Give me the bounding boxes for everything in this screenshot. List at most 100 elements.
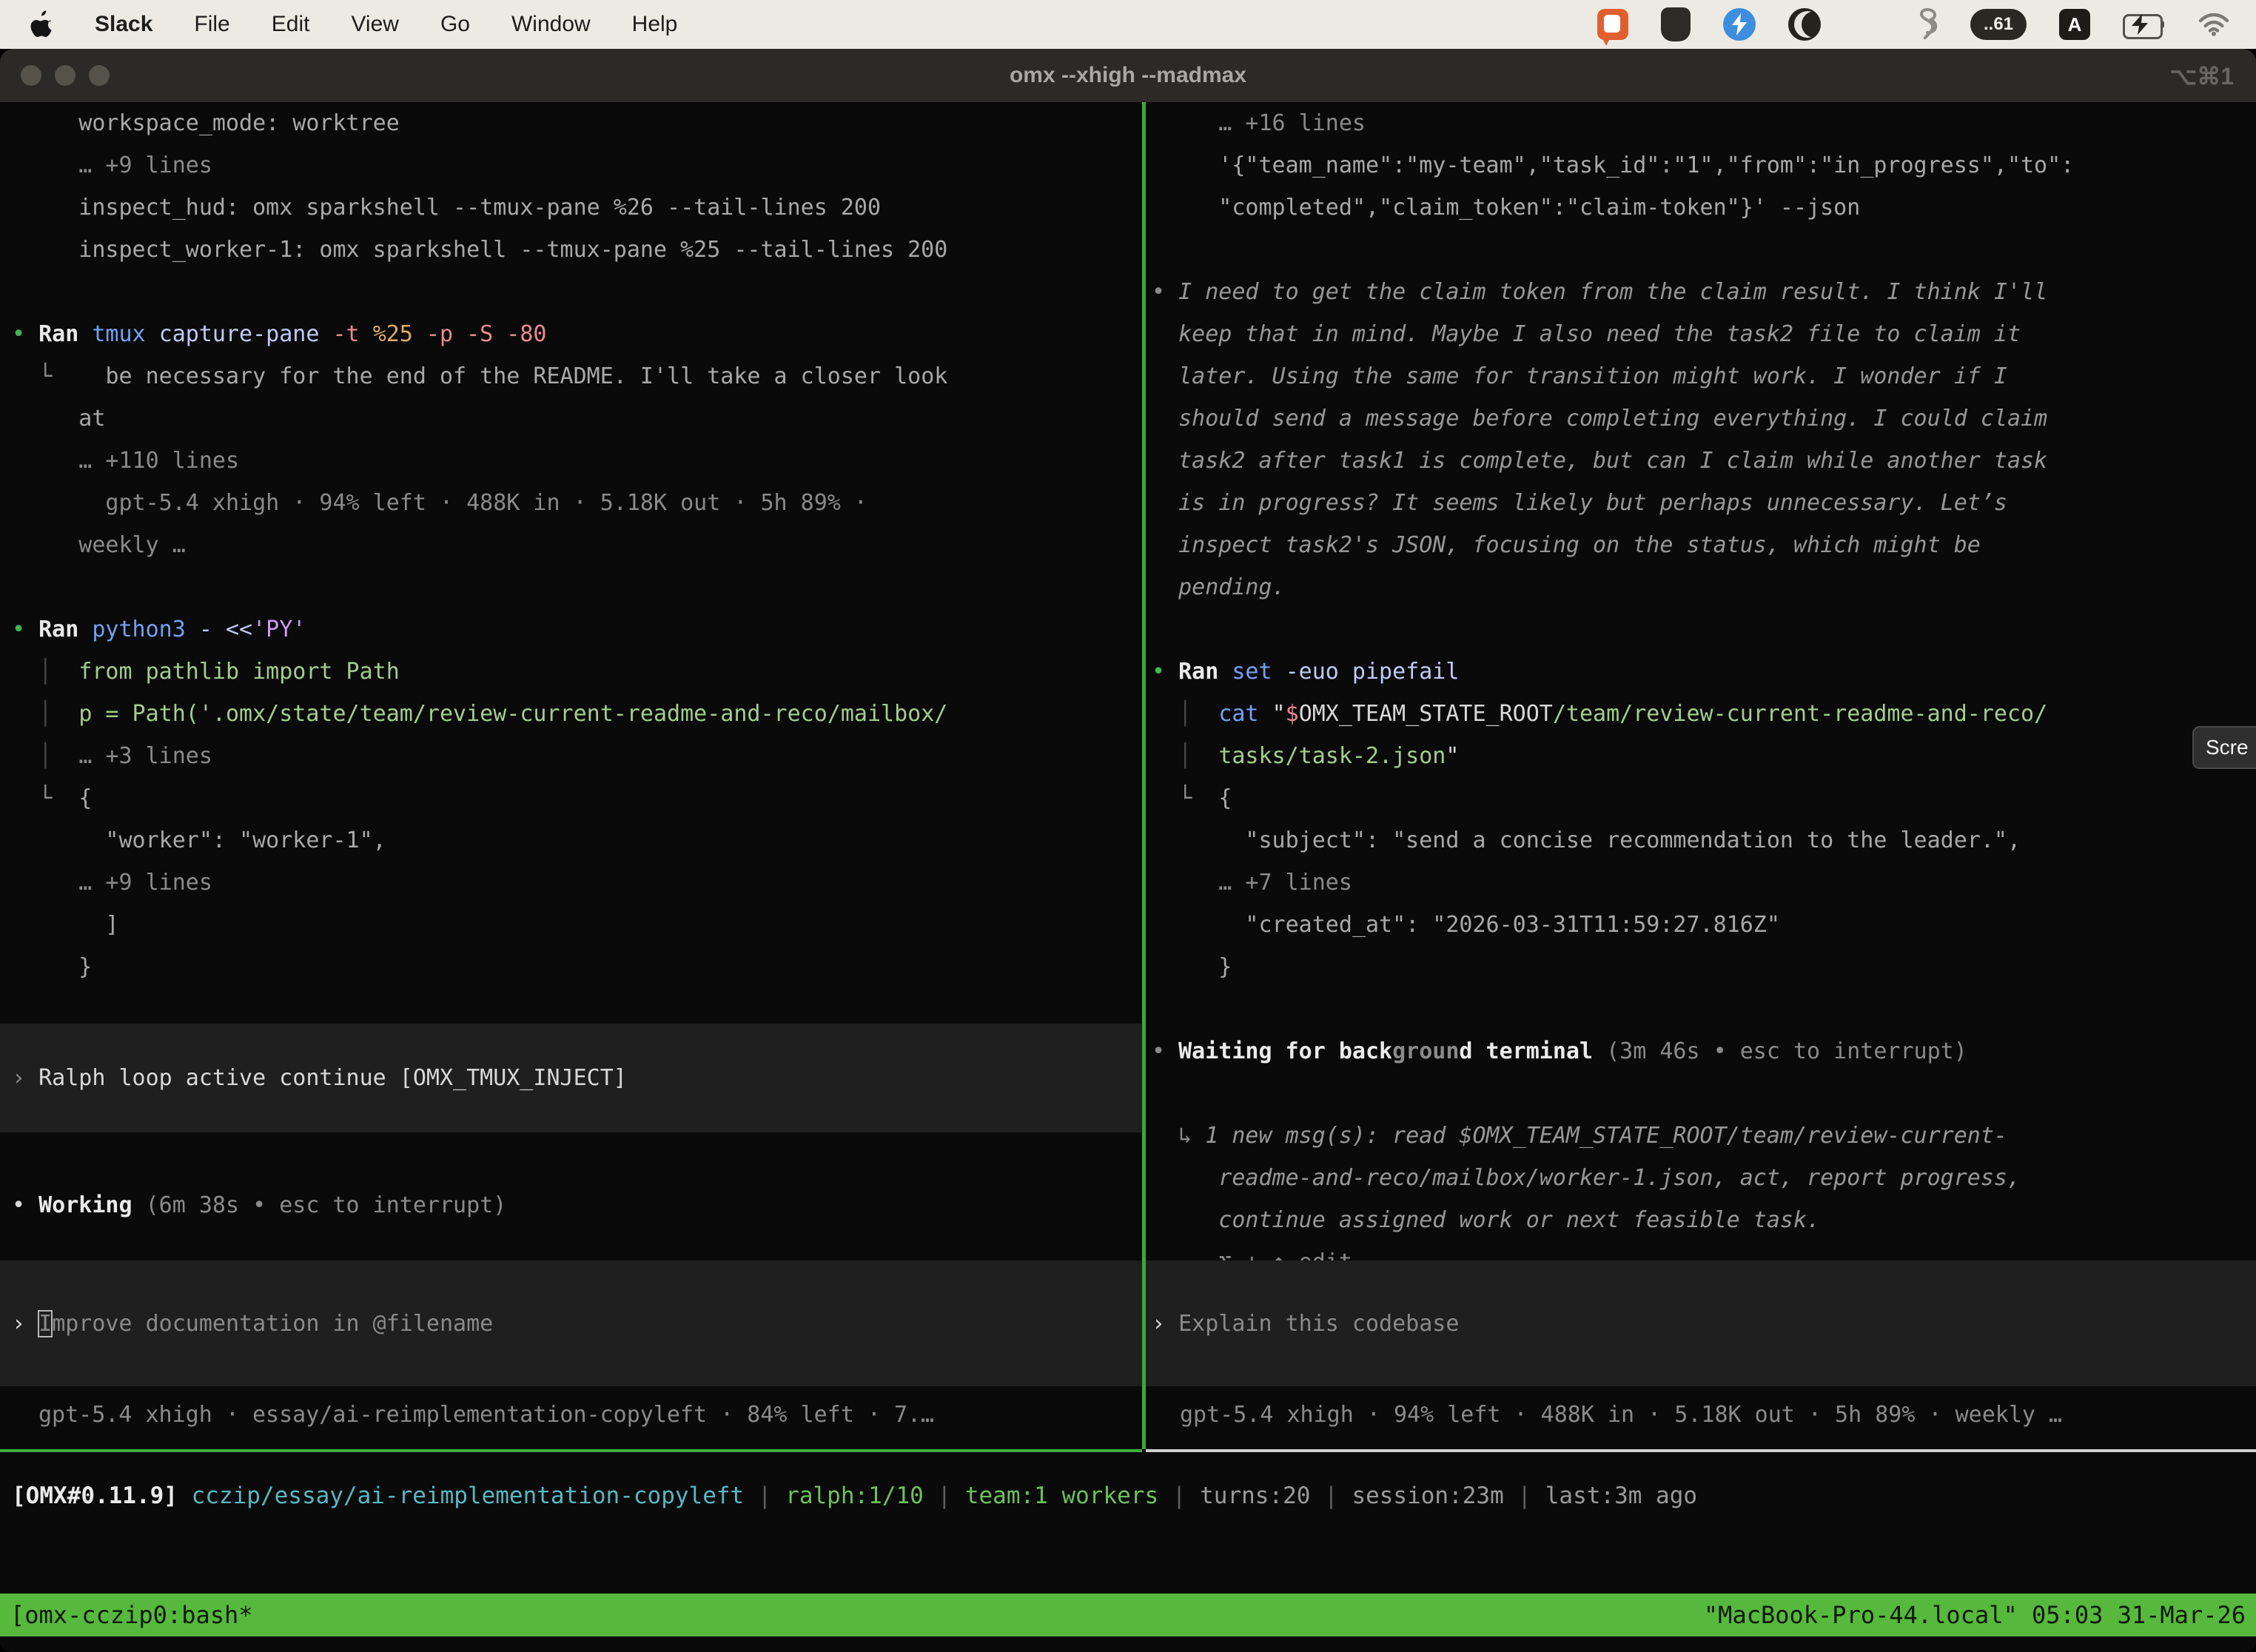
- terminal-line: │ cat "$OMX_TEAM_STATE_ROOT/team/review-…: [1152, 693, 2256, 735]
- terminal-line: • Ran tmux capture-pane -t %25 -p -S -80: [12, 313, 1142, 355]
- count-badge[interactable]: ..61: [1970, 9, 2027, 40]
- menu-help[interactable]: Help: [632, 12, 678, 37]
- terminal-line: gpt-5.4 xhigh · 94% left · 488K in · 5.1…: [12, 482, 1142, 524]
- wifi-icon[interactable]: [2198, 8, 2229, 41]
- terminal-line: readme-and-reco/mailbox/worker-1.json, a…: [1152, 1157, 2256, 1199]
- chat-app-icon-tail: [1602, 37, 1611, 46]
- terminal-line: ↳ 1 new msg(s): read $OMX_TEAM_STATE_ROO…: [1152, 1115, 2256, 1157]
- right-input-placeholder: Explain this codebase: [1178, 1311, 1459, 1337]
- terminal-line: … +9 lines: [12, 862, 1142, 904]
- left-model-status-line: gpt-5.4 xhigh · essay/ai-reimplementatio…: [38, 1394, 934, 1436]
- terminal-line: [1152, 608, 2256, 651]
- keyboard-layout-badge[interactable]: A: [2059, 9, 2090, 40]
- terminal-line: • Ran python3 - <<'PY': [12, 608, 1142, 651]
- terminal-line: [12, 566, 1142, 608]
- macos-menu-bar: Slack File Edit View Go Window Help ..61…: [0, 0, 2256, 49]
- terminal-line: "subject": "send a concise recommendatio…: [1152, 819, 2256, 862]
- text-cursor: I: [38, 1311, 52, 1337]
- terminal-line: inspect_hud: omx sparkshell --tmux-pane …: [12, 187, 1142, 229]
- traffic-lights: [21, 65, 110, 86]
- left-input-placeholder: mprove documentation in @filename: [52, 1311, 493, 1337]
- left-pane-bottom-border: [0, 1449, 1142, 1452]
- terminal-line: [1152, 988, 2256, 1030]
- terminal-line: workspace_mode: worktree: [12, 102, 1142, 144]
- window-title: omx --xhigh --madmax: [1010, 63, 1246, 88]
- terminal-line: [12, 271, 1142, 313]
- left-agent-pane[interactable]: workspace_mode: worktree … +9 lines insp…: [0, 102, 1142, 1449]
- terminal-line: task2 after task1 is complete, but can I…: [1152, 440, 2256, 482]
- screen-share-tooltip[interactable]: Scre: [2192, 726, 2256, 769]
- right-agent-pane[interactable]: … +16 lines '{"team_name":"my-team","tas…: [1146, 102, 2256, 1449]
- dot-grid-icon[interactable]: [1853, 8, 1883, 41]
- terminal-line: inspect_worker-1: omx sparkshell --tmux-…: [12, 229, 1142, 271]
- close-button[interactable]: [21, 65, 41, 86]
- terminal-window: omx --xhigh --madmax ⌥⌘1 workspace_mode:…: [0, 49, 2256, 1652]
- terminal-line: └ {: [1152, 777, 2256, 819]
- terminal-line: [1152, 1072, 2256, 1115]
- squiggle-icon[interactable]: [1916, 8, 1938, 41]
- menu-view[interactable]: View: [351, 12, 398, 37]
- terminal-line: │ p = Path('.omx/state/team/review-curre…: [12, 693, 1142, 735]
- left-pane-transcript: workspace_mode: worktree … +9 lines insp…: [0, 102, 1142, 988]
- terminal-content: workspace_mode: worktree … +9 lines insp…: [0, 102, 2256, 1652]
- battery-charging-icon[interactable]: [2123, 14, 2166, 35]
- terminal-line: at: [12, 397, 1142, 440]
- bolt-circle-icon[interactable]: [1723, 8, 1756, 41]
- battery-nub: [2161, 21, 2164, 28]
- right-pane-transcript: … +16 lines '{"team_name":"my-team","tas…: [1146, 102, 2256, 1283]
- menu-edit[interactable]: Edit: [272, 12, 310, 37]
- terminal-line: "worker": "worker-1",: [12, 819, 1142, 862]
- terminal-line: │ from pathlib import Path: [12, 651, 1142, 693]
- right-prompt-line: › Explain this codebase: [1146, 1303, 1459, 1345]
- prompt-chevron: ›: [1152, 1311, 1178, 1337]
- terminal-line: pending.: [1152, 566, 2256, 608]
- terminal-line: • I need to get the claim token from the…: [1152, 271, 2256, 313]
- ralph-loop-text: › Ralph loop active continue [OMX_TMUX_I…: [0, 1057, 627, 1099]
- left-prompt-line: › Improve documentation in @filename: [0, 1303, 493, 1345]
- terminal-line: keep that in mind. Maybe I also need the…: [1152, 313, 2256, 355]
- prompt-chevron: ›: [12, 1311, 38, 1337]
- working-status-line: • Working (6m 38s • esc to interrupt): [12, 1184, 506, 1226]
- terminal-line: • Ran set -euo pipefail: [1152, 651, 2256, 693]
- tmux-status-bar[interactable]: [omx-cczip0:bash* "MacBook-Pro-44.local"…: [0, 1594, 2256, 1636]
- zoom-button[interactable]: [89, 65, 110, 86]
- window-shortcut-badge: ⌥⌘1: [2169, 62, 2234, 90]
- terminal-line: inspect task2's JSON, focusing on the st…: [1152, 524, 2256, 566]
- terminal-line: │ … +3 lines: [12, 735, 1142, 777]
- chat-app-icon[interactable]: [1597, 9, 1628, 40]
- terminal-line: "completed","claim_token":"claim-token"}…: [1152, 187, 2256, 229]
- menu-status-icons: ..61 A: [1597, 7, 2256, 41]
- minimize-button[interactable]: [55, 65, 75, 86]
- terminal-line: ]: [12, 904, 1142, 946]
- terminal-line: … +7 lines: [1152, 862, 2256, 904]
- terminal-line: "created_at": "2026-03-31T11:59:27.816Z": [1152, 904, 2256, 946]
- right-model-status-line: gpt-5.4 xhigh · 94% left · 488K in · 5.1…: [1180, 1394, 2062, 1436]
- shield-grid-icon[interactable]: [1661, 7, 1691, 41]
- terminal-line: … +9 lines: [12, 144, 1142, 187]
- omx-session-status-bar: [OMX#0.11.9] cczip/essay/ai-reimplementa…: [12, 1475, 1697, 1517]
- tmux-session-label: [omx-cczip0:bash*: [10, 1601, 253, 1629]
- terminal-line: should send a message before completing …: [1152, 397, 2256, 440]
- terminal-line: later. Using the same for transition mig…: [1152, 355, 2256, 397]
- terminal-line: … +16 lines: [1152, 102, 2256, 144]
- window-titlebar[interactable]: omx --xhigh --madmax ⌥⌘1: [0, 49, 2256, 102]
- terminal-line: }: [1152, 946, 2256, 988]
- menu-window[interactable]: Window: [511, 12, 591, 37]
- crescent-icon[interactable]: [1788, 8, 1821, 41]
- chat-app-icon-inner: [1604, 15, 1620, 33]
- menu-go[interactable]: Go: [440, 12, 470, 37]
- menu-app-name[interactable]: Slack: [95, 12, 152, 37]
- terminal-line: weekly …: [12, 524, 1142, 566]
- right-prompt-input[interactable]: › Explain this codebase: [1146, 1260, 2256, 1386]
- right-pane-bottom-border: [1146, 1449, 2256, 1452]
- terminal-line: … +110 lines: [12, 440, 1142, 482]
- terminal-line: continue assigned work or next feasible …: [1152, 1199, 2256, 1241]
- menu-file[interactable]: File: [194, 12, 229, 37]
- menu-items: Slack File Edit View Go Window Help: [0, 10, 677, 38]
- terminal-line: │ tasks/task-2.json": [1152, 735, 2256, 777]
- left-prompt-input[interactable]: › Improve documentation in @filename: [0, 1260, 1142, 1386]
- apple-logo-icon[interactable]: [30, 10, 53, 38]
- terminal-line: • Waiting for background terminal (3m 46…: [1152, 1030, 2256, 1072]
- tmux-host-clock: "MacBook-Pro-44.local" 05:03 31-Mar-26: [1704, 1601, 2246, 1629]
- terminal-line: [1152, 229, 2256, 271]
